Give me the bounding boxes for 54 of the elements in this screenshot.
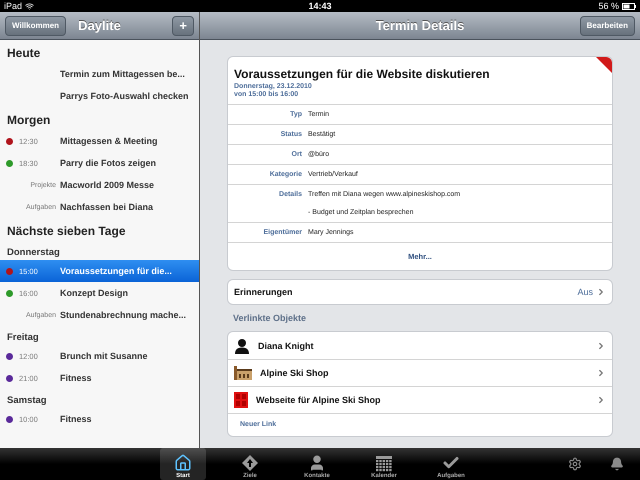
clock: 14:43 (308, 1, 332, 11)
calendar-icon (375, 454, 393, 472)
event-title: Voraussetzungen für die Website diskutieren (234, 67, 491, 81)
linked-object-row[interactable]: Alpine Ski Shop (228, 359, 612, 386)
section-header: Nächste sieben Tage (6, 223, 126, 240)
reminders-value: Aus (577, 287, 593, 297)
sidebar-title: Daylite (78, 18, 121, 33)
section-header: Morgen (6, 112, 52, 129)
row-title: Parry die Fotos zeigen (60, 158, 156, 168)
row-title: Voraussetzungen für die... (60, 266, 172, 276)
chevron-icon (596, 340, 606, 350)
reminders-label: Erinnerungen (234, 287, 293, 297)
row-title: Brunch mit Susanne (60, 351, 148, 361)
row-title: Fitness (60, 414, 92, 424)
row-title: Fitness (60, 373, 92, 383)
project-icon (234, 392, 248, 408)
row-title: Konzept Design (60, 288, 128, 298)
row-title: Macworld 2009 Messe (60, 180, 154, 190)
day-header: Donnerstag (6, 246, 61, 260)
detail-title: Termin Details (376, 18, 464, 33)
device-name: iPad (4, 1, 22, 11)
row-title: Nachfassen bei Diana (60, 202, 154, 212)
battery-percent: 56 % (598, 1, 619, 11)
edit-button[interactable]: Bearbeiten (580, 16, 635, 36)
wifi-icon (25, 2, 34, 10)
day-header: Samstag (6, 394, 48, 408)
add-button[interactable]: + (172, 16, 194, 36)
row-title: Termin zum Mittagessen be... (60, 69, 185, 79)
back-button[interactable]: Willkommen (5, 16, 66, 36)
diamond-arrow-icon (241, 454, 259, 472)
settings-icon[interactable] (568, 457, 582, 471)
bell-icon[interactable] (610, 457, 624, 471)
person-silhouette-icon (234, 338, 250, 354)
section-header: Heute (6, 45, 42, 62)
linked-objects-header: Verlinkte Objekte (232, 313, 308, 323)
row-title: Mittagessen & Meeting (60, 136, 158, 146)
agenda-row[interactable]: Parrys Foto-Auswahl checken (0, 85, 199, 107)
person-icon (308, 454, 326, 472)
building-icon (234, 366, 252, 380)
chevron-icon (596, 368, 606, 378)
chevron-icon (596, 287, 606, 297)
linked-object-name: Webseite für Alpine Ski Shop (256, 395, 382, 405)
battery-icon (622, 2, 636, 10)
linked-object-name: Diana Knight (258, 340, 314, 350)
agenda-row[interactable]: Termin zum Mittagessen be... (0, 63, 199, 85)
chevron-icon (596, 395, 606, 405)
row-title: Parrys Foto-Auswahl checken (60, 91, 189, 101)
linked-object-row[interactable]: Webseite für Alpine Ski Shop (228, 386, 612, 413)
row-title: Stundenabrechnung mache... (60, 310, 186, 320)
home-icon (174, 454, 192, 472)
day-header: Freitag (6, 331, 40, 345)
linked-object-row[interactable]: Diana Knight (228, 332, 612, 359)
linked-object-name: Alpine Ski Shop (260, 368, 330, 378)
reminders-row[interactable]: Erinnerungen Aus (228, 280, 612, 304)
